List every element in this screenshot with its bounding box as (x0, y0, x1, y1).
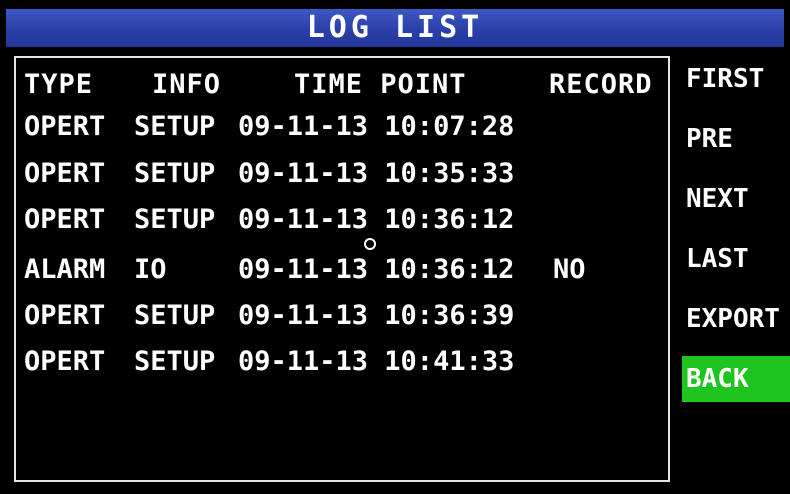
column-header-type: TYPE (24, 69, 94, 100)
log-row[interactable]: OPERT SETUP 09-11-13 10:36:39 (16, 299, 668, 333)
log-time: 09-11-13 10:35:33 (238, 158, 515, 189)
log-info: SETUP (134, 300, 216, 331)
mouse-cursor-icon (364, 238, 376, 250)
side-menu: FIRST PRE NEXT LAST EXPORT BACK (682, 56, 790, 482)
window-title: LOG LIST (306, 10, 484, 45)
log-type: OPERT (24, 111, 106, 142)
log-info: SETUP (134, 158, 216, 189)
log-type: OPERT (24, 300, 106, 331)
log-time: 09-11-13 10:41:33 (238, 346, 515, 377)
first-button[interactable]: FIRST (682, 56, 790, 102)
title-bar: LOG LIST (6, 9, 784, 47)
log-time: 09-11-13 10:36:39 (238, 300, 515, 331)
log-type: OPERT (24, 346, 106, 377)
last-button[interactable]: LAST (682, 236, 790, 282)
log-row[interactable]: OPERT SETUP 09-11-13 10:36:12 (16, 203, 668, 237)
column-header-record: RECORD (549, 69, 653, 100)
log-time: 09-11-13 10:36:12 (238, 254, 515, 285)
log-row[interactable]: OPERT SETUP 09-11-13 10:41:33 (16, 345, 668, 379)
column-header-time: TIME POINT (294, 69, 467, 100)
log-row[interactable]: ALARM IO 09-11-13 10:36:12 NO (16, 253, 668, 287)
log-info: SETUP (134, 204, 216, 235)
next-button[interactable]: NEXT (682, 176, 790, 222)
log-table: TYPE INFO TIME POINT RECORD OPERT SETUP … (14, 56, 670, 482)
log-row[interactable]: OPERT SETUP 09-11-13 10:07:28 (16, 110, 668, 144)
prev-button[interactable]: PRE (682, 116, 790, 162)
log-type: ALARM (24, 254, 106, 285)
export-button[interactable]: EXPORT (682, 296, 790, 342)
log-record: NO (553, 254, 586, 285)
log-row[interactable]: OPERT SETUP 09-11-13 10:35:33 (16, 157, 668, 191)
back-button[interactable]: BACK (682, 356, 790, 402)
log-type: OPERT (24, 158, 106, 189)
column-header-info: INFO (152, 69, 222, 100)
log-info: SETUP (134, 346, 216, 377)
log-info: IO (134, 254, 167, 285)
log-time: 09-11-13 10:07:28 (238, 111, 515, 142)
log-time: 09-11-13 10:36:12 (238, 204, 515, 235)
dvr-screen: LOG LIST TYPE INFO TIME POINT RECORD OPE… (0, 0, 790, 494)
log-info: SETUP (134, 111, 216, 142)
log-type: OPERT (24, 204, 106, 235)
